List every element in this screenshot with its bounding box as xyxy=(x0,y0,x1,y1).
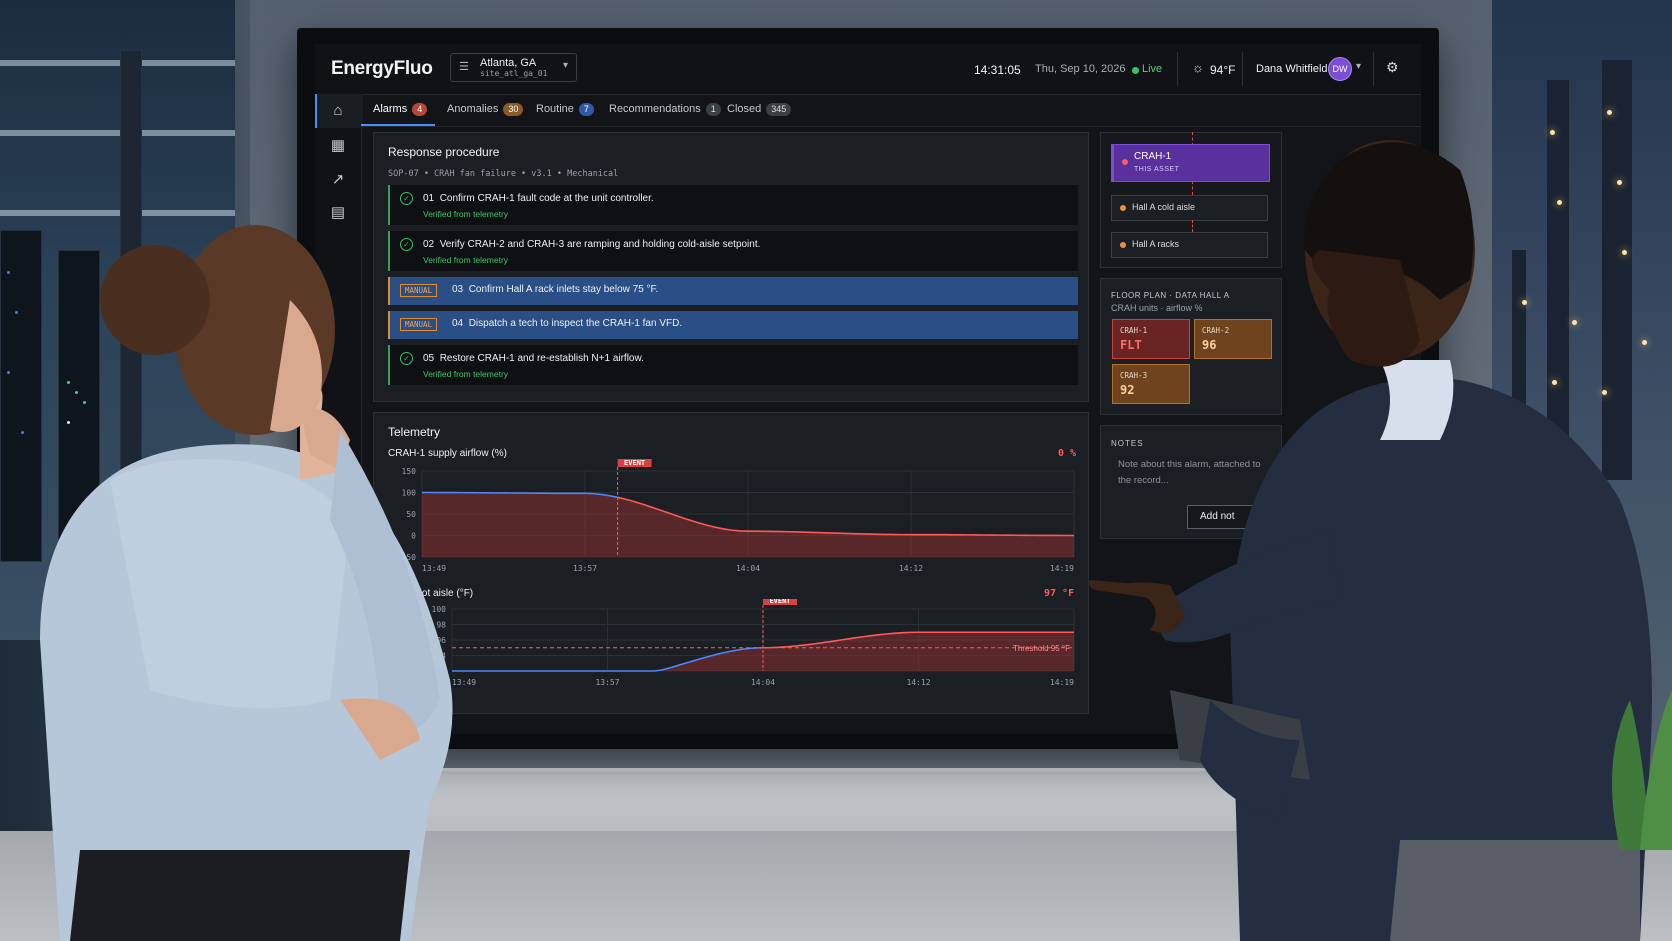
woman xyxy=(40,225,453,941)
people-foreground xyxy=(40,140,1672,941)
man xyxy=(1088,140,1652,941)
